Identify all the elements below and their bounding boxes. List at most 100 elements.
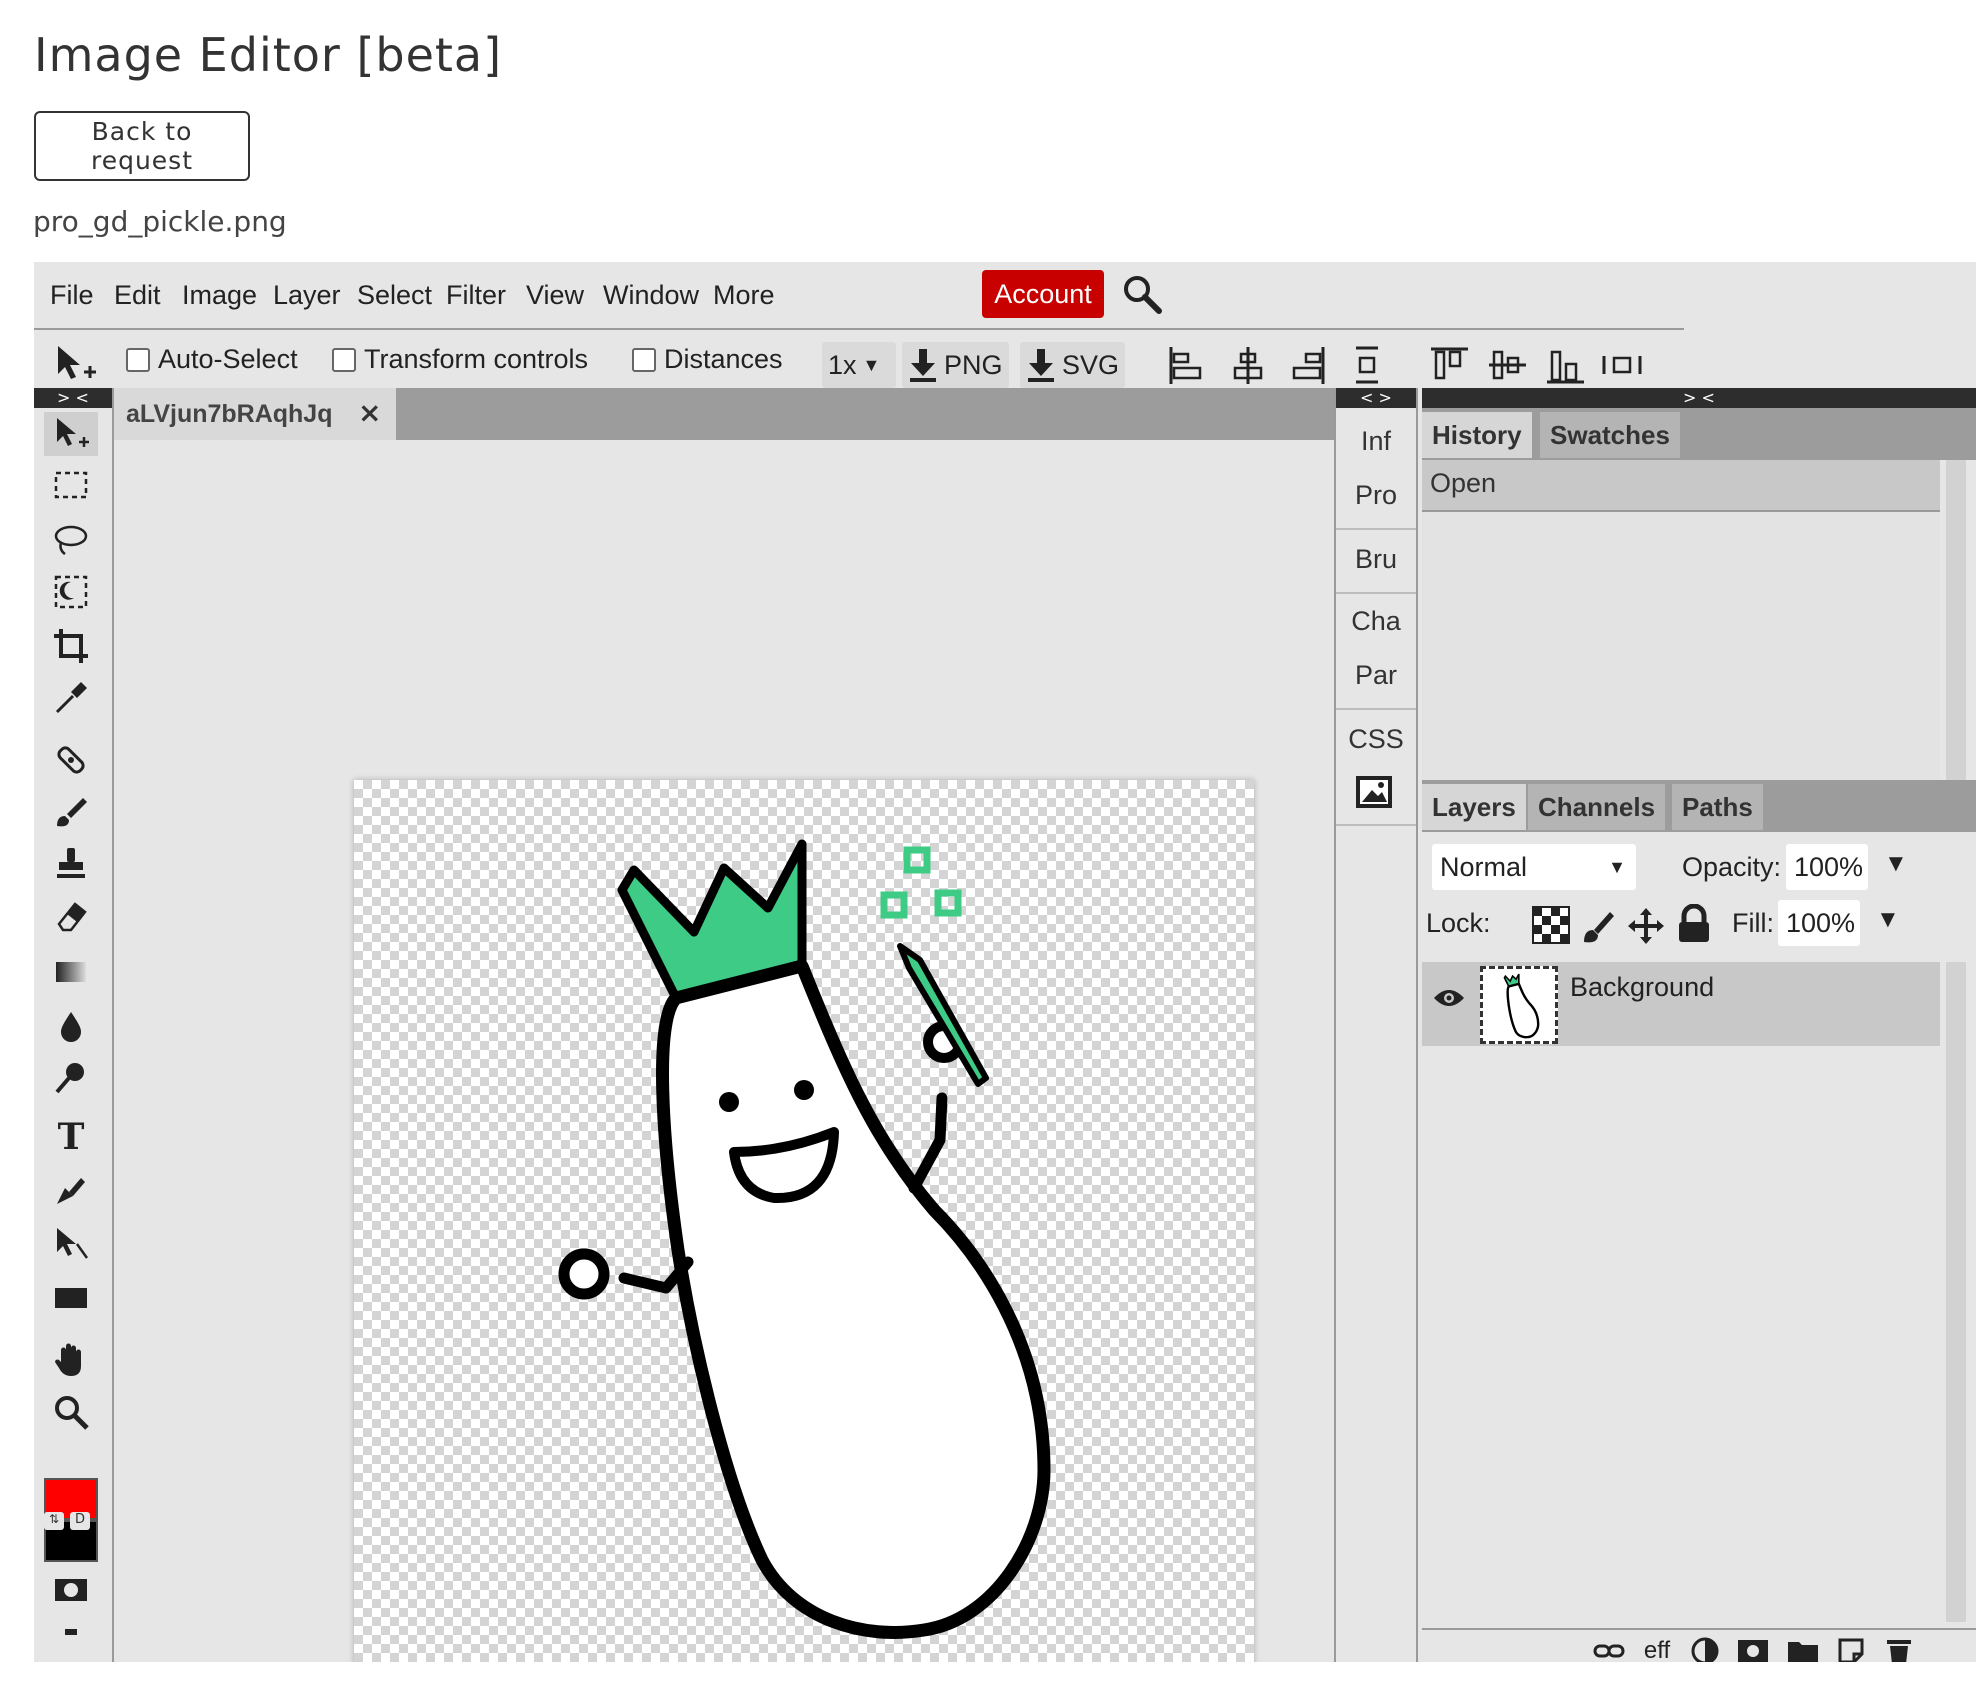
adjustment-layer-icon[interactable] (1688, 1636, 1722, 1662)
link-layers-icon[interactable] (1592, 1636, 1626, 1662)
image-canvas[interactable] (354, 780, 1254, 1662)
lock-transparency-icon[interactable] (1532, 906, 1570, 944)
auto-select-checkbox[interactable]: Auto-Select (126, 344, 298, 375)
tab-history[interactable]: History (1422, 412, 1532, 458)
eraser-tool-icon[interactable] (44, 896, 98, 940)
align-center-h-icon[interactable] (1227, 344, 1269, 386)
character-panel-button[interactable]: Cha (1336, 606, 1416, 637)
back-to-request-button[interactable]: Back to request (34, 111, 250, 181)
properties-panel-button[interactable]: Pro (1336, 480, 1416, 511)
expand-toggle[interactable]: < > (1336, 388, 1416, 408)
lock-all-icon[interactable] (1676, 904, 1712, 944)
align-right-icon[interactable] (1286, 344, 1328, 386)
transform-controls-checkbox[interactable]: Transform controls (332, 344, 588, 375)
quick-mask-icon[interactable] (44, 1568, 98, 1612)
history-tabs: History Swatches (1422, 408, 1976, 460)
history-item[interactable]: Open (1422, 460, 1940, 512)
divider (1336, 708, 1416, 710)
opacity-dropdown-icon[interactable]: ▼ (1884, 850, 1908, 878)
menu-window[interactable]: Window (597, 276, 705, 315)
tab-layers[interactable]: Layers (1422, 784, 1526, 830)
menu-more[interactable]: More (707, 276, 781, 315)
collapse-toggle[interactable]: > < (34, 388, 112, 408)
divider (1336, 592, 1416, 594)
zoom-tool-icon[interactable] (44, 1390, 98, 1434)
move-tool-icon[interactable] (44, 412, 98, 456)
healing-tool-icon[interactable] (44, 738, 98, 782)
gradient-tool-icon[interactable] (44, 950, 98, 994)
eyedropper-tool-icon[interactable] (44, 676, 98, 720)
lock-position-icon[interactable] (1626, 906, 1666, 946)
new-layer-icon[interactable] (1834, 1636, 1868, 1662)
tab-paths[interactable]: Paths (1672, 784, 1763, 830)
menu-filter[interactable]: Filter (440, 276, 512, 315)
image-panel-icon[interactable] (1354, 772, 1394, 812)
distances-checkbox[interactable]: Distances (632, 344, 783, 375)
align-middle-v-icon[interactable] (1486, 344, 1528, 386)
crop-tool-icon[interactable] (44, 624, 98, 668)
css-panel-button[interactable]: CSS (1336, 724, 1416, 755)
paragraph-panel-button[interactable]: Par (1336, 660, 1416, 691)
dodge-tool-icon[interactable] (44, 1056, 98, 1100)
tab-swatches[interactable]: Swatches (1540, 412, 1680, 458)
blur-tool-icon[interactable] (44, 1004, 98, 1048)
brush-panel-button[interactable]: Bru (1336, 544, 1416, 575)
menu-layer[interactable]: Layer (267, 276, 347, 315)
layers-scrollbar[interactable] (1946, 962, 1966, 1622)
eye-icon[interactable] (1432, 986, 1466, 1010)
distribute-horizontal-icon[interactable] (1600, 344, 1642, 386)
lock-pixels-icon[interactable] (1580, 906, 1618, 944)
document-tab[interactable]: aLVjun7bRAqhJq × (114, 388, 396, 440)
menu-edit[interactable]: Edit (108, 276, 167, 315)
delete-layer-icon[interactable] (1882, 1636, 1916, 1662)
stamp-tool-icon[interactable] (44, 842, 98, 886)
brush-tool-icon[interactable] (44, 790, 98, 834)
layer-thumbnail (1480, 966, 1558, 1044)
info-panel-button[interactable]: Inf (1336, 426, 1416, 457)
search-icon[interactable] (1120, 272, 1164, 316)
fill-input[interactable]: 100% (1778, 900, 1860, 946)
distribute-vertical-icon[interactable] (1346, 344, 1388, 386)
auto-select-label: Auto-Select (158, 344, 298, 374)
menu-file[interactable]: File (44, 276, 100, 315)
menu-view[interactable]: View (520, 276, 590, 315)
pen-tool-icon[interactable] (44, 1168, 98, 1212)
path-select-tool-icon[interactable] (44, 1222, 98, 1266)
zoom-select[interactable]: 1x ▼ (822, 342, 896, 388)
opacity-input[interactable]: 100% (1786, 844, 1868, 890)
align-left-icon[interactable] (1166, 344, 1208, 386)
export-svg-button[interactable]: SVG (1020, 342, 1126, 388)
collapse-toggle[interactable]: > < (1422, 388, 1976, 408)
swap-colors-icon[interactable]: ⇅ (44, 1512, 64, 1530)
text-tool-icon[interactable]: T (44, 1114, 98, 1158)
hand-tool-icon[interactable] (44, 1338, 98, 1382)
rectangle-tool-icon[interactable] (44, 1276, 98, 1320)
screen-mode-icon[interactable] (44, 1610, 98, 1654)
menu-image[interactable]: Image (176, 276, 263, 315)
layer-effects-button[interactable]: eff (1640, 1636, 1674, 1662)
close-icon[interactable]: × (358, 396, 381, 429)
layer-mask-icon[interactable] (1736, 1636, 1770, 1662)
page-title: Image Editor [beta] (34, 28, 503, 82)
blend-mode-select[interactable]: Normal ▼ (1432, 844, 1636, 890)
export-png-button[interactable]: PNG (902, 342, 1009, 388)
marquee-tool-icon[interactable] (44, 464, 98, 508)
history-scrollbar[interactable] (1946, 460, 1966, 800)
default-colors-icon[interactable]: D (70, 1512, 90, 1530)
align-top-icon[interactable] (1428, 344, 1470, 386)
layer-row[interactable]: Background (1422, 962, 1940, 1046)
checkbox-box[interactable] (126, 347, 150, 372)
lasso-tool-icon[interactable] (44, 518, 98, 562)
checkbox-box[interactable] (332, 347, 356, 372)
menu-select[interactable]: Select (351, 276, 438, 315)
new-group-icon[interactable] (1786, 1636, 1820, 1662)
workspace[interactable] (114, 440, 1368, 1662)
checkbox-box[interactable] (632, 347, 656, 372)
divider (1336, 528, 1416, 530)
account-button[interactable]: Account (982, 270, 1104, 318)
fill-dropdown-icon[interactable]: ▼ (1876, 906, 1900, 934)
tab-channels[interactable]: Channels (1528, 784, 1666, 830)
quick-select-tool-icon[interactable] (44, 570, 98, 614)
layers-tabs: Layers Channels Paths (1422, 780, 1976, 832)
align-bottom-icon[interactable] (1544, 344, 1586, 386)
